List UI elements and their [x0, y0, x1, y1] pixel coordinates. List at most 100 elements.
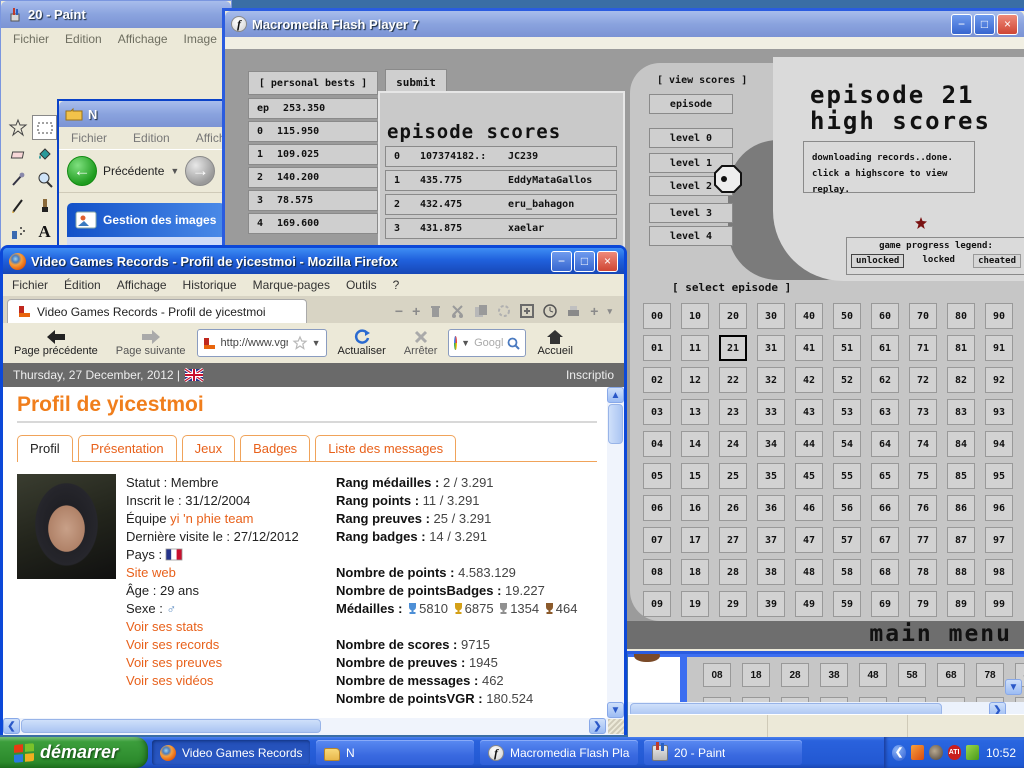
- episode-cell[interactable]: 45: [795, 463, 823, 489]
- episode-cell[interactable]: 90: [985, 303, 1013, 329]
- fragment-scroll-down[interactable]: ▼: [1005, 679, 1022, 695]
- episode-cell[interactable]: 04: [643, 431, 671, 457]
- maximize-button[interactable]: □: [574, 251, 595, 272]
- episode-cell[interactable]: 50: [833, 303, 861, 329]
- episode-cell[interactable]: 58: [898, 663, 926, 687]
- episode-cell[interactable]: 21: [719, 335, 747, 361]
- vertical-scrollbar[interactable]: ▲ ▼: [607, 387, 624, 718]
- main-menu-button[interactable]: main menu: [869, 621, 1012, 647]
- episode-cell[interactable]: 76: [909, 495, 937, 521]
- taskbar-task[interactable]: f Macromedia Flash Pla...: [480, 740, 638, 765]
- airbrush-tool[interactable]: [5, 219, 30, 244]
- toolbar-overflow-icon[interactable]: ▾: [607, 306, 612, 317]
- episode-cell[interactable]: 37: [757, 527, 785, 553]
- episode-cell[interactable]: 25: [719, 463, 747, 489]
- ati-tray-icon[interactable]: ATI: [948, 745, 961, 760]
- scissors-icon[interactable]: [451, 304, 465, 318]
- firefox-menu-item[interactable]: Édition: [61, 276, 104, 294]
- episode-cell[interactable]: 80: [947, 303, 975, 329]
- episode-cell[interactable]: 82: [947, 367, 975, 393]
- episode-cell[interactable]: 31: [757, 335, 785, 361]
- episode-score-row[interactable]: 2 432.475 eru_bahagon: [385, 194, 617, 215]
- personal-best-row[interactable]: 1 109.025: [248, 144, 378, 165]
- episode-cell[interactable]: 17: [681, 527, 709, 553]
- episode-cell[interactable]: 18: [681, 559, 709, 585]
- add-toolbar-icon[interactable]: +: [590, 303, 598, 319]
- bookmark-star-icon[interactable]: [293, 336, 307, 350]
- episode-cell[interactable]: 35: [757, 463, 785, 489]
- episode-cell[interactable]: 20: [719, 303, 747, 329]
- episode-cell[interactable]: 86: [947, 495, 975, 521]
- episode-cell[interactable]: 46: [795, 495, 823, 521]
- close-button[interactable]: ×: [997, 14, 1018, 35]
- profile-tab[interactable]: Profil: [17, 435, 73, 462]
- episode-cell[interactable]: 15: [681, 463, 709, 489]
- profile-tab[interactable]: Liste des messages: [315, 435, 456, 461]
- refresh-button[interactable]: Actualiser: [331, 325, 393, 361]
- episode-cell[interactable]: 66: [871, 495, 899, 521]
- episode-cell[interactable]: 42: [795, 367, 823, 393]
- search-hint[interactable]: Googl: [474, 337, 503, 349]
- personal-best-row[interactable]: 2 140.200: [248, 167, 378, 188]
- episode-cell[interactable]: 89: [947, 591, 975, 617]
- java-tray-icon[interactable]: [911, 745, 924, 760]
- forward-button[interactable]: →: [185, 156, 215, 186]
- episode-cell[interactable]: 41: [795, 335, 823, 361]
- firefox-menu-item[interactable]: Historique: [180, 276, 240, 294]
- episode-cell[interactable]: 54: [833, 431, 861, 457]
- pointer-tray-icon[interactable]: [929, 745, 942, 760]
- plus-icon[interactable]: +: [412, 303, 420, 319]
- episode-cell[interactable]: 93: [985, 399, 1013, 425]
- episode-cell[interactable]: 38: [820, 663, 848, 687]
- profile-tab[interactable]: Présentation: [78, 435, 177, 461]
- hscroll-thumb[interactable]: [21, 719, 321, 733]
- episode-cell[interactable]: 36: [757, 495, 785, 521]
- inscription-link[interactable]: Inscriptio: [566, 368, 614, 382]
- episode-cell[interactable]: 19: [681, 591, 709, 617]
- episode-cell[interactable]: 05: [643, 463, 671, 489]
- episode-cell[interactable]: 52: [833, 367, 861, 393]
- firefox-menu-item[interactable]: ?: [390, 276, 403, 294]
- episode-cell[interactable]: 08: [643, 559, 671, 585]
- paint-menu-item[interactable]: Fichier: [7, 30, 55, 48]
- paint-menu-item[interactable]: Affichage: [112, 30, 174, 48]
- task-panel-header[interactable]: Gestion des images: [67, 203, 225, 237]
- maximize-button[interactable]: □: [974, 14, 995, 35]
- firefox-titlebar[interactable]: Video Games Records - Profil de yicestmo…: [3, 248, 624, 274]
- episode-cell[interactable]: 74: [909, 431, 937, 457]
- episode-cell[interactable]: 84: [947, 431, 975, 457]
- episode-cell[interactable]: 12: [681, 367, 709, 393]
- episode-cell[interactable]: 48: [859, 663, 887, 687]
- episode-cell[interactable]: 14: [681, 431, 709, 457]
- printer-icon[interactable]: [566, 305, 581, 318]
- fill-tool[interactable]: [32, 141, 57, 166]
- scroll-up-button[interactable]: ▲: [607, 387, 624, 403]
- episode-cell[interactable]: 02: [643, 367, 671, 393]
- episode-cell[interactable]: 87: [947, 527, 975, 553]
- episode-cell[interactable]: 28: [781, 663, 809, 687]
- profile-tab[interactable]: Badges: [240, 435, 310, 461]
- profile-tab[interactable]: Jeux: [182, 435, 235, 461]
- personal-best-row[interactable]: 0 115.950: [248, 121, 378, 142]
- back-label[interactable]: Précédente: [103, 164, 164, 178]
- episode-cell[interactable]: 61: [871, 335, 899, 361]
- home-button[interactable]: Accueil: [530, 325, 579, 361]
- episode-cell[interactable]: 33: [757, 399, 785, 425]
- brush-tool[interactable]: [32, 193, 57, 218]
- level-button[interactable]: level 0: [649, 128, 733, 148]
- level-button[interactable]: level 3: [649, 203, 733, 223]
- episode-cell[interactable]: 91: [985, 335, 1013, 361]
- vscroll-thumb[interactable]: [608, 404, 623, 444]
- stop-button[interactable]: Arrêter: [397, 325, 445, 361]
- profile-link[interactable]: Voir ses vidéos: [126, 673, 213, 688]
- episode-cell[interactable]: 64: [871, 431, 899, 457]
- team-link[interactable]: yi 'n phie team: [170, 511, 253, 526]
- episode-cell[interactable]: 56: [833, 495, 861, 521]
- episode-cell[interactable]: 77: [909, 527, 937, 553]
- episode-cell[interactable]: 27: [719, 527, 747, 553]
- url-bar[interactable]: http://www.vgr- ▼: [197, 329, 327, 357]
- start-button[interactable]: démarrer: [0, 737, 148, 768]
- personal-best-row[interactable]: ep 253.350: [248, 98, 378, 119]
- copy-icon[interactable]: [474, 304, 488, 318]
- episode-cell[interactable]: 26: [719, 495, 747, 521]
